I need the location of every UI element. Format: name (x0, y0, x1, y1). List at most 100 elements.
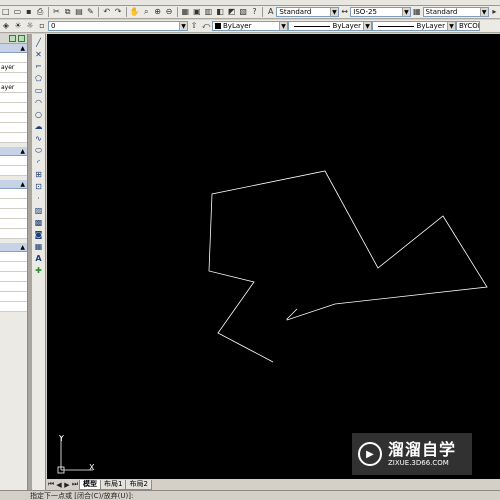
sheet-set-icon[interactable]: ◧ (215, 7, 225, 17)
plot-icon[interactable]: ⎙ (35, 7, 44, 17)
polyline-icon[interactable]: ⌐ (34, 62, 44, 72)
arc-icon[interactable]: ◠ (34, 98, 44, 108)
lineweight-select[interactable]: ByLayer ▼ (372, 21, 456, 31)
tab-model[interactable]: 模型 (79, 479, 101, 490)
palette-row[interactable] (0, 156, 27, 166)
palette-row[interactable] (0, 262, 27, 272)
zoom-realtime-icon[interactable]: ⌕ (142, 7, 151, 17)
region-icon[interactable]: ◙ (34, 230, 44, 240)
palette-row[interactable]: ayer (0, 83, 27, 93)
tool-palettes-icon[interactable]: ▥ (204, 7, 214, 17)
open-icon[interactable]: ▭ (13, 7, 23, 17)
palette-row[interactable]: ayer (0, 63, 27, 73)
zoom-previous-icon[interactable]: ⊖ (164, 7, 173, 17)
spline-icon[interactable]: ∿ (34, 134, 44, 144)
polygon-icon[interactable]: ⬠ (34, 74, 44, 84)
layer-manager-icon[interactable]: ◈ (1, 21, 11, 31)
insert-block-icon[interactable]: ⊞ (34, 170, 44, 180)
tab-layout1[interactable]: 布局1 (100, 479, 127, 490)
text-style-icon[interactable]: A (266, 7, 275, 17)
palette-row[interactable] (0, 199, 27, 209)
xline-icon[interactable]: ✕ (34, 50, 44, 60)
prev-tab-icon[interactable]: ◀ (55, 480, 63, 489)
drawn-polyline[interactable] (208, 170, 488, 363)
dim-style-value: ISO-25 (353, 8, 377, 16)
palette-row[interactable] (0, 252, 27, 262)
layer-previous-icon[interactable]: ⤺ (201, 21, 211, 31)
redo-icon[interactable]: ↷ (113, 7, 122, 17)
separator (176, 7, 178, 17)
make-block-icon[interactable]: ⊡ (34, 182, 44, 192)
new-icon[interactable]: □ (1, 7, 11, 17)
gradient-icon[interactable]: ▩ (34, 218, 44, 228)
rectangle-icon[interactable]: ▭ (34, 86, 44, 96)
palette-row[interactable] (0, 123, 27, 133)
palette-row[interactable] (0, 302, 27, 312)
markup-icon[interactable]: ◩ (227, 7, 237, 17)
ellipse-icon[interactable]: ⬭ (34, 146, 44, 156)
palette-section-view[interactable]: ▲ (0, 243, 27, 252)
match-properties-icon[interactable]: ✎ (86, 7, 95, 17)
palette-row[interactable] (0, 133, 27, 143)
palette-row[interactable] (0, 113, 27, 123)
hatch-icon[interactable]: ▨ (34, 206, 44, 216)
linetype-preview (294, 25, 330, 27)
linetype-select[interactable]: ByLayer ▼ (288, 21, 372, 31)
toolbar-extra-icon[interactable]: ▸ (490, 7, 499, 17)
table-style-icon[interactable]: ▦ (412, 7, 422, 17)
mtext-icon[interactable]: A (34, 254, 44, 264)
add-selected-icon[interactable]: ✚ (34, 266, 44, 276)
table-icon[interactable]: ▦ (34, 242, 44, 252)
make-current-layer-icon[interactable]: ⇧ (189, 21, 199, 31)
dim-style-select[interactable]: ISO-25 ▼ (350, 7, 411, 17)
layer-lock-icon[interactable]: ▫ (37, 21, 47, 31)
palette-row[interactable] (0, 53, 27, 63)
palette-section-plot[interactable]: ▲ (0, 180, 27, 189)
line-icon[interactable]: ╱ (34, 38, 44, 48)
table-style-select[interactable]: Standard ▼ (422, 7, 489, 17)
select-objects-icon[interactable] (9, 35, 16, 42)
dim-style-icon[interactable]: ↔ (340, 7, 349, 17)
quick-select-icon[interactable] (18, 35, 25, 42)
palette-row[interactable] (0, 292, 27, 302)
circle-icon[interactable]: ○ (34, 110, 44, 120)
copy-icon[interactable]: ⧉ (63, 7, 72, 17)
first-tab-icon[interactable]: ⏮ (47, 480, 55, 489)
layer-select[interactable]: 0 ▼ (48, 21, 188, 31)
design-center-icon[interactable]: ▣ (192, 7, 202, 17)
zoom-window-icon[interactable]: ⊕ (153, 7, 162, 17)
point-icon[interactable]: · (34, 194, 44, 204)
palette-section-3d[interactable]: ▲ (0, 147, 27, 156)
palette-row[interactable] (0, 272, 27, 282)
help-icon[interactable]: ? (250, 7, 259, 17)
ellipse-arc-icon[interactable]: ◜ (34, 158, 44, 168)
layer-freeze-icon[interactable]: ☼ (25, 21, 35, 31)
palette-row[interactable] (0, 189, 27, 199)
layer-on-icon[interactable]: ☀ (13, 21, 23, 31)
paste-icon[interactable]: ▤ (74, 7, 84, 17)
tab-layout2[interactable]: 布局2 (125, 479, 152, 490)
palette-row[interactable] (0, 93, 27, 103)
command-line[interactable]: 指定下一点或 [闭合(C)/放弃(U)]: (0, 490, 500, 500)
palette-row[interactable] (0, 282, 27, 292)
palette-row[interactable] (0, 219, 27, 229)
last-tab-icon[interactable]: ⏭ (71, 480, 79, 489)
palette-row[interactable] (0, 103, 27, 113)
cut-icon[interactable]: ✂ (52, 7, 61, 17)
palette-section-general[interactable]: ▲ (0, 44, 27, 53)
drawing-canvas[interactable]: Y X (47, 34, 500, 479)
revcloud-icon[interactable]: ☁ (34, 122, 44, 132)
pan-icon[interactable]: ✋ (130, 7, 140, 17)
color-select[interactable]: ByLayer ▼ (212, 21, 288, 31)
plot-style-select[interactable]: BYCOL (456, 21, 480, 31)
text-style-select[interactable]: Standard ▼ (276, 7, 339, 17)
quickcalc-icon[interactable]: ▧ (238, 7, 248, 17)
save-icon[interactable]: ▪ (24, 7, 33, 17)
properties-icon[interactable]: ▦ (181, 7, 191, 17)
palette-row[interactable] (0, 209, 27, 219)
palette-row[interactable] (0, 166, 27, 176)
palette-row[interactable] (0, 229, 27, 239)
undo-icon[interactable]: ↶ (102, 7, 111, 17)
next-tab-icon[interactable]: ▶ (63, 480, 71, 489)
palette-row[interactable] (0, 73, 27, 83)
